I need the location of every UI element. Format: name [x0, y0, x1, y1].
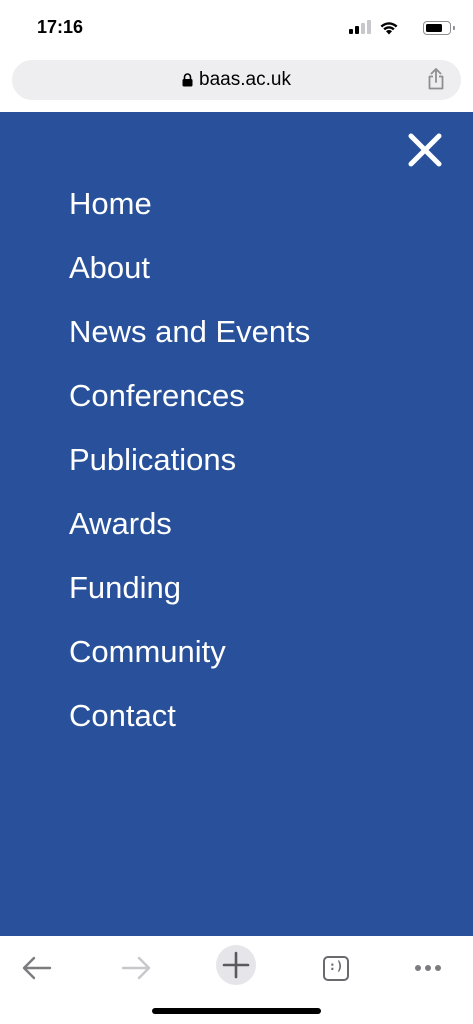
- url-display[interactable]: baas.ac.uk: [12, 60, 461, 100]
- more-options-button[interactable]: [404, 944, 452, 992]
- menu-item-funding[interactable]: Funding: [69, 570, 310, 634]
- navigation-menu-overlay: Home About News and Events Conferences P…: [0, 112, 473, 936]
- battery-icon: [423, 21, 455, 35]
- new-tab-button[interactable]: [212, 941, 260, 989]
- tab-switcher-button[interactable]: :): [312, 944, 360, 992]
- status-icons: [341, 20, 455, 36]
- menu-item-news-and-events[interactable]: News and Events: [69, 314, 310, 378]
- address-bar[interactable]: baas.ac.uk: [12, 60, 461, 100]
- signal-icon: [349, 20, 371, 34]
- share-icon[interactable]: [427, 68, 445, 90]
- menu-item-awards[interactable]: Awards: [69, 506, 310, 570]
- forward-button[interactable]: [112, 944, 160, 992]
- home-indicator[interactable]: [152, 1008, 321, 1014]
- menu-item-community[interactable]: Community: [69, 634, 310, 698]
- new-tab-plus-icon: [222, 951, 250, 979]
- menu-item-conferences[interactable]: Conferences: [69, 378, 310, 442]
- menu-list: Home About News and Events Conferences P…: [69, 186, 310, 762]
- back-button[interactable]: [13, 944, 61, 992]
- status-time: 17:16: [37, 17, 84, 37]
- back-arrow-icon: [22, 956, 52, 980]
- status-bar: 17:16: [0, 0, 473, 56]
- tab-switcher-label: :): [328, 959, 344, 973]
- menu-item-about[interactable]: About: [69, 250, 310, 314]
- menu-item-publications[interactable]: Publications: [69, 442, 310, 506]
- menu-item-home[interactable]: Home: [69, 186, 310, 250]
- forward-arrow-icon: [121, 956, 151, 980]
- close-menu-button[interactable]: [407, 132, 443, 168]
- lock-icon: [182, 73, 193, 87]
- more-dots-icon: [415, 965, 441, 971]
- url-text: baas.ac.uk: [199, 69, 291, 90]
- wifi-icon: [380, 22, 398, 35]
- menu-item-contact[interactable]: Contact: [69, 698, 310, 762]
- close-icon: [408, 133, 442, 167]
